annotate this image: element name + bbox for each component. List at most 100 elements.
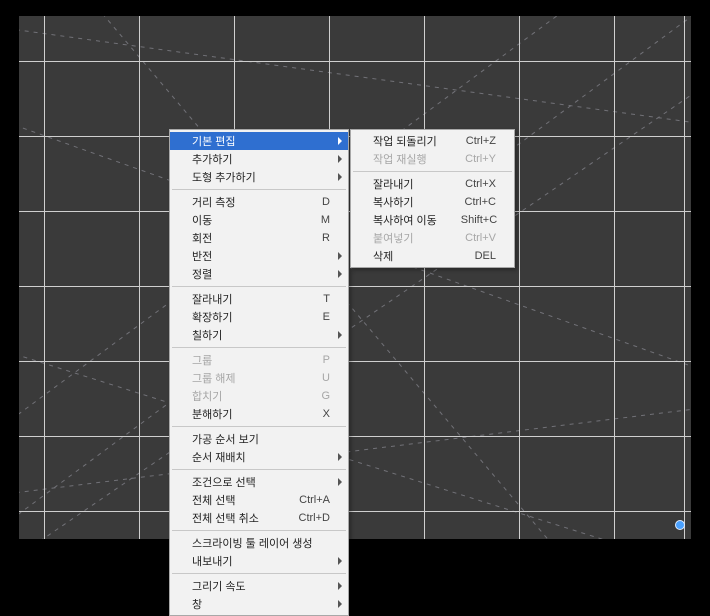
grid-line-v bbox=[519, 16, 520, 539]
menu-item-shortcut: E bbox=[323, 311, 330, 323]
menu-item-label: 창 bbox=[192, 596, 330, 612]
grid-line-v bbox=[614, 16, 615, 539]
menu-item[interactable]: 이동 M bbox=[170, 211, 348, 229]
menu-item[interactable]: 도형 추가하기 bbox=[170, 168, 348, 186]
menu-item-label: 작업 재실행 bbox=[373, 151, 441, 167]
menu-item[interactable]: 기본 편집 bbox=[170, 132, 348, 150]
menu-item[interactable]: 확장하기 E bbox=[170, 308, 348, 326]
menu-item[interactable]: 회전 R bbox=[170, 229, 348, 247]
menu-item[interactable]: 정렬 bbox=[170, 265, 348, 283]
menu-item-label: 도형 추가하기 bbox=[192, 169, 330, 185]
menu-item[interactable]: 스크라이빙 툴 레이어 생성 bbox=[170, 534, 348, 552]
menu-item: 그룹 해제 U bbox=[170, 369, 348, 387]
menu-item-shortcut: Shift+C bbox=[461, 214, 497, 226]
menu-item-shortcut: Ctrl+C bbox=[465, 196, 496, 208]
menu-item[interactable]: 반전 bbox=[170, 247, 348, 265]
menu-item[interactable]: 가공 순서 보기 bbox=[170, 430, 348, 448]
grid-line-v bbox=[44, 16, 45, 539]
menu-item-label: 칠하기 bbox=[192, 327, 330, 343]
menu-item-shortcut: D bbox=[322, 196, 330, 208]
menu-item[interactable]: 조건으로 선택 bbox=[170, 473, 348, 491]
grid-line-h bbox=[19, 61, 691, 62]
menu-item-label: 이동 bbox=[192, 212, 297, 228]
menu-item-label: 회전 bbox=[192, 230, 298, 246]
menu-item-label: 추가하기 bbox=[192, 151, 330, 167]
menu-item[interactable]: 분해하기 X bbox=[170, 405, 348, 423]
menu-item-shortcut: R bbox=[322, 232, 330, 244]
grid-line-h bbox=[19, 511, 691, 512]
menu-item-label: 작업 되돌리기 bbox=[373, 133, 442, 149]
menu-item-shortcut: T bbox=[323, 293, 330, 305]
menu-item-label: 그룹 해제 bbox=[192, 370, 298, 386]
menu-separator bbox=[172, 347, 346, 348]
menu-item[interactable]: 잘라내기 Ctrl+X bbox=[351, 175, 514, 193]
menu-separator bbox=[172, 286, 346, 287]
menu-item-label: 전체 선택 취소 bbox=[192, 510, 275, 526]
menu-item-shortcut: Ctrl+Z bbox=[466, 135, 496, 147]
menu-item-shortcut: DEL bbox=[475, 250, 496, 262]
menu-item-shortcut: U bbox=[322, 372, 330, 384]
menu-item: 그룹 P bbox=[170, 351, 348, 369]
menu-item-shortcut: Ctrl+Y bbox=[465, 153, 496, 165]
menu-item-label: 분해하기 bbox=[192, 406, 299, 422]
menu-item-shortcut: Ctrl+A bbox=[299, 494, 330, 506]
menu-item-label: 기본 편집 bbox=[192, 133, 330, 149]
menu-item-shortcut: X bbox=[323, 408, 330, 420]
menu-separator bbox=[353, 171, 512, 172]
menu-item[interactable]: 작업 되돌리기 Ctrl+Z bbox=[351, 132, 514, 150]
menu-separator bbox=[172, 426, 346, 427]
app-frame: 기본 편집추가하기도형 추가하기거리 측정D이동M회전R반전정렬잘라내기T확장하… bbox=[17, 14, 693, 541]
menu-item-label: 합치기 bbox=[192, 388, 297, 404]
grid-line-h bbox=[19, 436, 691, 437]
grid-line-h bbox=[19, 286, 691, 287]
menu-separator bbox=[172, 469, 346, 470]
menu-item-shortcut: Ctrl+V bbox=[465, 232, 496, 244]
menu-item-shortcut: Ctrl+D bbox=[299, 512, 330, 524]
menu-item-label: 내보내기 bbox=[192, 553, 330, 569]
grid-line-v bbox=[684, 16, 685, 539]
menu-item-label: 순서 재배치 bbox=[192, 449, 330, 465]
grid-line-v bbox=[139, 16, 140, 539]
menu-item-label: 잘라내기 bbox=[373, 176, 441, 192]
menu-item[interactable]: 전체 선택 취소 Ctrl+D bbox=[170, 509, 348, 527]
menu-item-label: 스크라이빙 툴 레이어 생성 bbox=[192, 535, 330, 551]
menu-item-label: 그룹 bbox=[192, 352, 299, 368]
menu-item-label: 전체 선택 bbox=[192, 492, 275, 508]
menu-item-label: 반전 bbox=[192, 248, 330, 264]
context-submenu[interactable]: 작업 되돌리기 Ctrl+Z 작업 재실행 Ctrl+Y 잘라내기 Ctrl+X 복사하기C… bbox=[350, 129, 515, 268]
menu-item-shortcut: Ctrl+X bbox=[465, 178, 496, 190]
menu-item[interactable]: 창 bbox=[170, 595, 348, 613]
menu-separator bbox=[172, 189, 346, 190]
menu-item[interactable]: 순서 재배치 bbox=[170, 448, 348, 466]
menu-separator bbox=[172, 573, 346, 574]
context-menu[interactable]: 기본 편집추가하기도형 추가하기거리 측정D이동 M 회전 R 반전정렬잘라내기 T 확장하… bbox=[169, 129, 349, 616]
menu-item[interactable]: 삭제 DEL bbox=[351, 247, 514, 265]
menu-item: 붙여넣기 Ctrl+V bbox=[351, 229, 514, 247]
menu-item-label: 가공 순서 보기 bbox=[192, 431, 330, 447]
menu-item-label: 그리기 속도 bbox=[192, 578, 330, 594]
menu-item-label: 삭제 bbox=[373, 248, 451, 264]
menu-item-label: 잘라내기 bbox=[192, 291, 299, 307]
menu-item-shortcut: P bbox=[323, 354, 330, 366]
menu-item: 작업 재실행 Ctrl+Y bbox=[351, 150, 514, 168]
canvas[interactable] bbox=[19, 16, 691, 539]
menu-item-shortcut: M bbox=[321, 214, 330, 226]
menu-item[interactable]: 복사하기Ctrl+C bbox=[351, 193, 514, 211]
menu-item-shortcut: G bbox=[321, 390, 330, 402]
menu-item: 합치기 G bbox=[170, 387, 348, 405]
grid-line-v bbox=[424, 16, 425, 539]
menu-item-label: 복사하여 이동 bbox=[373, 212, 437, 228]
menu-item[interactable]: 칠하기 bbox=[170, 326, 348, 344]
menu-item[interactable]: 그리기 속도 bbox=[170, 577, 348, 595]
menu-item[interactable]: 복사하여 이동 Shift+C bbox=[351, 211, 514, 229]
menu-item[interactable]: 거리 측정D bbox=[170, 193, 348, 211]
menu-item-label: 붙여넣기 bbox=[373, 230, 441, 246]
menu-item-label: 정렬 bbox=[192, 266, 330, 282]
corner-handle[interactable] bbox=[675, 520, 685, 530]
menu-item[interactable]: 추가하기 bbox=[170, 150, 348, 168]
menu-item[interactable]: 전체 선택 Ctrl+A bbox=[170, 491, 348, 509]
menu-item[interactable]: 잘라내기 T bbox=[170, 290, 348, 308]
menu-item-label: 조건으로 선택 bbox=[192, 474, 330, 490]
menu-separator bbox=[172, 530, 346, 531]
menu-item-label: 확장하기 bbox=[192, 309, 299, 325]
